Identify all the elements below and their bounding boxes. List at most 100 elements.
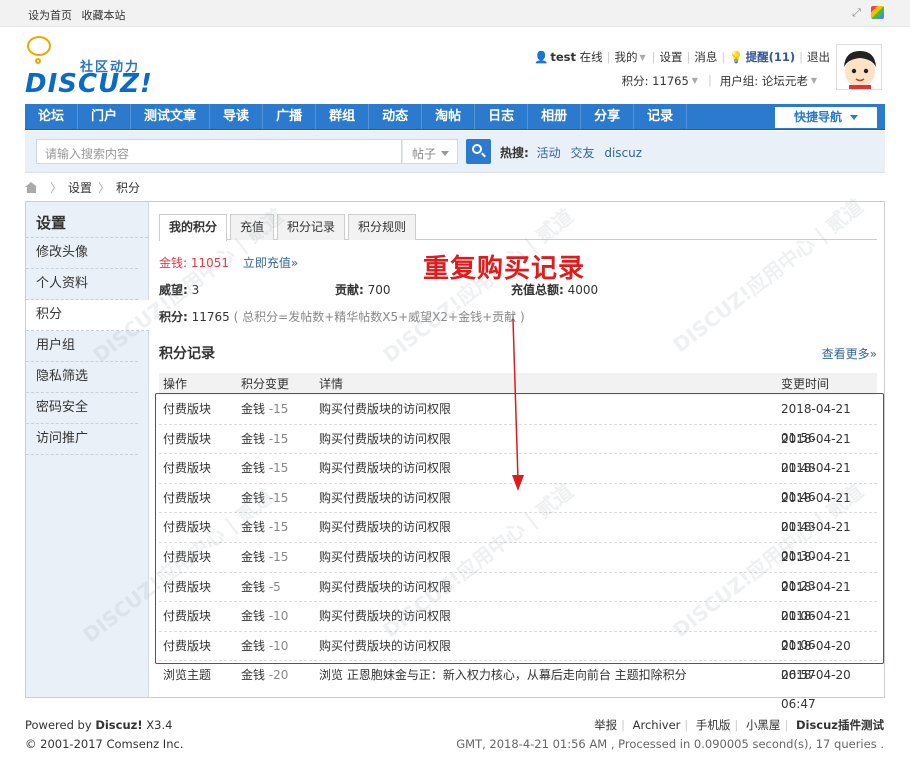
row-unit: 金钱 bbox=[241, 490, 266, 505]
group-caret-icon[interactable]: ▼ bbox=[811, 76, 817, 89]
points-menu[interactable]: 积分: 11765 bbox=[622, 73, 689, 89]
mine-caret-icon[interactable]: ▼ bbox=[640, 53, 646, 62]
row-change: 金钱 -20 bbox=[241, 661, 319, 691]
nav-item-share[interactable]: 分享 bbox=[581, 104, 635, 129]
footer-gmt-text: GMT, 2018-4-21 01:56 AM , Processed in 0… bbox=[456, 737, 884, 751]
coins-label: 金钱: bbox=[159, 256, 188, 270]
tab-points-log[interactable]: 积分记录 bbox=[277, 214, 346, 240]
row-change: 金钱 -10 bbox=[241, 632, 319, 661]
separator: | bbox=[606, 50, 611, 64]
logout-link[interactable]: 退出 bbox=[807, 49, 830, 65]
footer-link-mobile[interactable]: 手机版 bbox=[696, 718, 731, 732]
quick-nav-button[interactable]: 快捷导航 bbox=[775, 107, 877, 128]
hot-word[interactable]: discuz bbox=[604, 146, 642, 160]
username-link[interactable]: test bbox=[550, 50, 576, 64]
row-time: 2018-04-21 01:06 bbox=[781, 579, 851, 623]
sidebar-item-profile[interactable]: 个人资料 bbox=[26, 269, 138, 300]
separator: | bbox=[784, 718, 789, 732]
settings-link[interactable]: 设置 bbox=[660, 49, 683, 65]
nav-item-portal[interactable]: 门户 bbox=[78, 104, 132, 129]
row-unit: 金钱 bbox=[241, 549, 266, 564]
search-bar: 请输入搜索内容 帖子 热搜: 活动 交友 discuz bbox=[25, 131, 885, 173]
avatar[interactable] bbox=[836, 44, 882, 90]
footer-site-link[interactable]: Discuz插件测试 bbox=[796, 718, 884, 732]
row-amount: -5 bbox=[268, 579, 281, 594]
row-time: 2018-04-20 06:47 bbox=[781, 668, 851, 712]
coins-value: 11051 bbox=[190, 256, 230, 270]
top-bar: 设为首页 收藏本站 ⤢ bbox=[0, 0, 910, 27]
separator: | bbox=[707, 73, 712, 87]
user-bar-stats: 积分: 11765 ▼ | 用户组: 论坛元老 ▼ bbox=[622, 73, 827, 89]
hot-word[interactable]: 活动 bbox=[537, 146, 561, 160]
chevron-right-icon: 〉 bbox=[98, 181, 111, 195]
row-change: 金钱 -15 bbox=[241, 484, 319, 513]
table-row: 付费版块 金钱 -15 购买付费版块的访问权限 2018-04-21 01:43 bbox=[159, 484, 877, 534]
mine-menu[interactable]: 我的 bbox=[615, 49, 638, 65]
row-op: 付费版块 bbox=[163, 638, 212, 653]
contrib-stat: 贡献: 700 bbox=[335, 281, 391, 298]
sidebar-item-avatar[interactable]: 修改头像 bbox=[26, 238, 138, 269]
row-amount: -15 bbox=[268, 490, 289, 505]
nav-item-guide[interactable]: 导读 bbox=[210, 104, 264, 129]
separator: | bbox=[684, 718, 689, 732]
row-time: 2018-04-20 06:57 bbox=[781, 638, 851, 682]
nav-item-forum[interactable]: 论坛 bbox=[25, 104, 79, 129]
row-unit: 金钱 bbox=[241, 609, 266, 624]
theme-switch-icon[interactable] bbox=[871, 6, 884, 19]
nav-item-test-article[interactable]: 测试文章 bbox=[131, 104, 211, 129]
search-button[interactable] bbox=[466, 139, 491, 164]
row-op: 付费版块 bbox=[163, 461, 212, 476]
set-home-link[interactable]: 设为首页 bbox=[28, 9, 72, 22]
row-unit: 金钱 bbox=[241, 402, 266, 416]
home-icon[interactable] bbox=[25, 182, 38, 193]
tab-points-rules[interactable]: 积分规则 bbox=[348, 214, 417, 240]
tab-my-points[interactable]: 我的积分 bbox=[159, 214, 228, 241]
copyright-text: © 2001-2017 Comsenz Inc. bbox=[25, 737, 184, 751]
breadcrumb: 〉 设置 〉 积分 bbox=[25, 179, 140, 196]
user-bar: 👤 test 在线 | 我的 ▼ | 设置 | 消息 | 💡 提醒(11) | … bbox=[534, 49, 830, 65]
tab-recharge[interactable]: 充值 bbox=[230, 214, 275, 240]
remind-link[interactable]: 提醒(11) bbox=[746, 49, 796, 65]
separator: | bbox=[799, 50, 803, 64]
nav-item-broadcast[interactable]: 广播 bbox=[263, 104, 317, 129]
messages-link[interactable]: 消息 bbox=[694, 49, 717, 65]
brand-link[interactable]: Discuz! bbox=[95, 718, 142, 732]
search-type-select[interactable]: 帖子 bbox=[402, 139, 458, 164]
contrib-label: 贡献: bbox=[335, 283, 364, 297]
footer-link-report[interactable]: 举报 bbox=[594, 718, 617, 732]
search-input[interactable]: 请输入搜索内容 bbox=[36, 139, 402, 164]
recharge-link[interactable]: 立即充值» bbox=[243, 256, 298, 270]
table-row: 付费版块 金钱 -5 购买付费版块的访问权限 2018-04-21 01:06 bbox=[159, 573, 877, 623]
footer-link-archiver[interactable]: Archiver bbox=[633, 718, 681, 732]
breadcrumb-settings[interactable]: 设置 bbox=[68, 179, 92, 196]
sidebar-item-privacy[interactable]: 隐私筛选 bbox=[26, 362, 138, 393]
fullscreen-icon[interactable]: ⤢ bbox=[850, 6, 863, 19]
row-detail[interactable]: 浏览 正恩胞妹金与正：新入权力核心，从幕后走向前台 主题扣除积分 bbox=[319, 661, 781, 691]
points-caret-icon[interactable]: ▼ bbox=[692, 76, 698, 89]
nav-item-groups[interactable]: 群组 bbox=[316, 104, 370, 129]
nav-item-feed[interactable]: 动态 bbox=[369, 104, 423, 129]
nav-item-record[interactable]: 记录 bbox=[634, 104, 688, 129]
row-unit: 金钱 bbox=[241, 668, 266, 683]
prestige-stat: 威望: 3 bbox=[159, 281, 199, 298]
nav-item-collection[interactable]: 淘帖 bbox=[422, 104, 476, 129]
separator: | bbox=[686, 50, 691, 64]
group-menu[interactable]: 用户组: 论坛元老 bbox=[720, 73, 808, 89]
sidebar-item-points[interactable]: 积分 bbox=[26, 300, 149, 331]
sidebar-item-promotion[interactable]: 访问推广 bbox=[26, 424, 138, 455]
records-table: 操作 积分变更 详情 变更时间 付费版块 金钱 -15 购买付费版块的访问权限 … bbox=[159, 373, 877, 712]
online-status[interactable]: 在线 bbox=[580, 49, 603, 65]
site-logo[interactable]: 社区动力 DISCUZ! bbox=[25, 36, 155, 99]
bookmark-link[interactable]: 收藏本站 bbox=[82, 9, 126, 22]
table-row: 付费版块 金钱 -15 购买付费版块的访问权限 2018-04-21 01:46 bbox=[159, 454, 877, 504]
hot-word[interactable]: 交友 bbox=[570, 146, 594, 160]
nav-item-blog[interactable]: 日志 bbox=[475, 104, 529, 129]
sidebar-item-password[interactable]: 密码安全 bbox=[26, 393, 138, 424]
footer-link-blackroom[interactable]: 小黑屋 bbox=[746, 718, 781, 732]
points-formula: ( 总积分=发帖数+精华帖数X5+威望X2+金钱+贡献 ) bbox=[233, 310, 525, 324]
coins-line: 金钱: 11051 立即充值» bbox=[159, 254, 298, 271]
version-text: X3.4 bbox=[146, 718, 173, 732]
view-more-link[interactable]: 查看更多» bbox=[822, 345, 877, 362]
nav-item-album[interactable]: 相册 bbox=[528, 104, 582, 129]
sidebar-item-usergroup[interactable]: 用户组 bbox=[26, 331, 138, 362]
